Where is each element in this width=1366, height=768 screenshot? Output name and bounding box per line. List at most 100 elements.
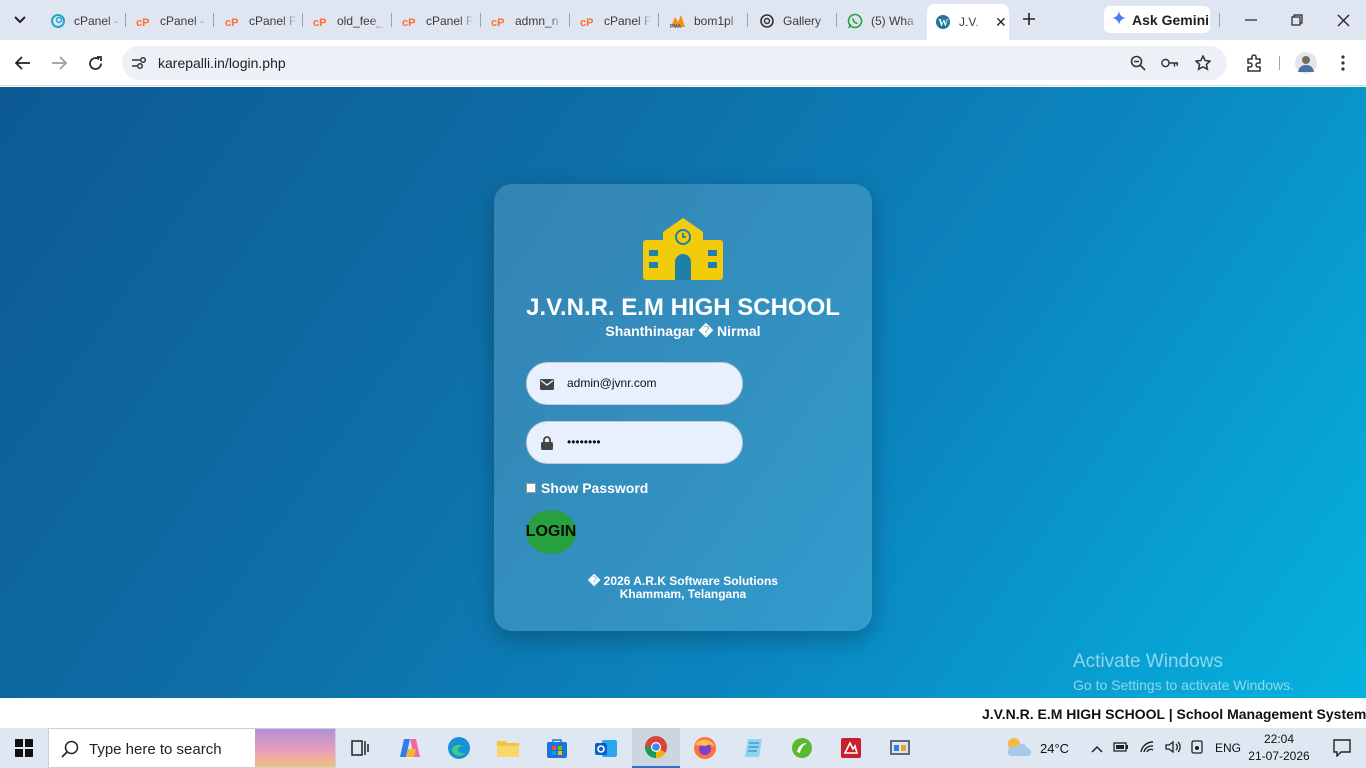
- reload-icon[interactable]: [83, 51, 107, 75]
- svg-text:cP: cP: [491, 17, 504, 27]
- wifi-icon[interactable]: [1139, 740, 1155, 757]
- tab-cpanel-1[interactable]: cPanel -: [40, 7, 124, 34]
- outlook-icon[interactable]: [582, 728, 630, 768]
- volume-icon[interactable]: [1165, 740, 1181, 757]
- login-button[interactable]: LOGIN: [526, 510, 576, 554]
- system-tray: ENG: [1091, 728, 1241, 768]
- tab-label: cPanel -: [160, 13, 205, 28]
- show-password-checkbox[interactable]: [526, 483, 536, 493]
- ask-gemini-button[interactable]: Ask Gemini: [1104, 6, 1210, 33]
- tab-old-fee[interactable]: cP old_fee_: [303, 7, 389, 34]
- device-icon[interactable]: [1191, 739, 1203, 757]
- cpanel-swirl-icon: [50, 13, 66, 29]
- email-field[interactable]: admin@jvnr.com: [526, 362, 743, 405]
- cpanel-icon: cP: [402, 13, 418, 29]
- battery-icon[interactable]: [1113, 741, 1129, 756]
- school-name: J.V.N.R. E.M HIGH SCHOOL: [526, 294, 840, 321]
- svg-text:cP: cP: [402, 17, 415, 27]
- toolbar-divider: [1279, 56, 1280, 70]
- tab-admn[interactable]: cP admn_n: [481, 7, 567, 34]
- tab-divider: [213, 13, 214, 27]
- restore-icon[interactable]: [1283, 8, 1311, 32]
- show-password-toggle[interactable]: Show Password: [526, 480, 648, 496]
- wordpress-icon: W: [935, 14, 951, 30]
- tab-cpanel-3[interactable]: cP cPanel F: [215, 7, 301, 34]
- svg-text:cP: cP: [313, 17, 326, 27]
- windows-start-icon[interactable]: [0, 728, 48, 768]
- windows-taskbar: Type here to search 24°C ENG 22:04 21-07…: [0, 728, 1366, 768]
- tab-whatsapp[interactable]: (5) Wha: [837, 7, 925, 34]
- tab-cpanel-2[interactable]: cP cPanel -: [126, 7, 212, 34]
- phpmyadmin-icon: PMA: [670, 13, 686, 29]
- url-text: karepalli.in/login.php: [158, 55, 286, 71]
- notepad-app-icon[interactable]: [730, 728, 778, 768]
- new-tab-icon[interactable]: [1018, 8, 1040, 30]
- tab-label: admn_n: [515, 13, 559, 28]
- more-menu-icon[interactable]: [1331, 51, 1355, 75]
- zoom-icon[interactable]: [1129, 54, 1147, 72]
- watermark-subtitle: Go to Settings to activate Windows.: [1073, 677, 1294, 693]
- dreamweaver-icon[interactable]: [778, 728, 826, 768]
- footer-marquee-strip: J.V.N.R. E.M HIGH SCHOOL | School Manage…: [0, 698, 1366, 728]
- temperature-text: 24°C: [1040, 740, 1070, 756]
- password-key-icon[interactable]: [1161, 54, 1179, 72]
- minimize-icon[interactable]: [1237, 8, 1265, 32]
- firefox-icon[interactable]: [681, 728, 729, 768]
- cpanel-icon: cP: [313, 13, 329, 29]
- control-panel-icon[interactable]: [876, 728, 924, 768]
- tab-label: cPanel F: [604, 13, 652, 28]
- lock-icon: [539, 435, 555, 451]
- watermark-title: Activate Windows: [1073, 651, 1223, 672]
- browser-toolbar: karepalli.in/login.php: [0, 40, 1366, 86]
- tab-search-menu-icon[interactable]: [8, 8, 32, 32]
- tab-label: cPanel F: [249, 13, 297, 28]
- site-settings-icon[interactable]: [130, 54, 148, 72]
- taskbar-search-box[interactable]: Type here to search: [48, 728, 336, 768]
- copilot-icon[interactable]: [386, 728, 434, 768]
- weather-widget[interactable]: 24°C: [1004, 728, 1069, 768]
- extensions-icon[interactable]: [1242, 51, 1266, 75]
- tab-label: old_fee_: [337, 13, 384, 28]
- school-location: Shanthinagar � Nirmal: [605, 323, 761, 339]
- cpanel-icon: cP: [225, 13, 241, 29]
- close-window-icon[interactable]: [1329, 8, 1357, 32]
- chrome-icon[interactable]: [632, 728, 680, 768]
- taskbar-clock[interactable]: 22:04 21-07-2026: [1248, 731, 1310, 765]
- svg-text:W: W: [938, 18, 948, 29]
- search-icon: [61, 740, 79, 763]
- cpanel-icon: cP: [580, 13, 596, 29]
- tab-label: cPanel F: [426, 13, 474, 28]
- tab-label: bom1pl: [694, 13, 734, 28]
- file-explorer-icon[interactable]: [484, 728, 532, 768]
- close-tab-icon[interactable]: ✕: [995, 14, 1007, 31]
- tab-divider: [747, 13, 748, 27]
- language-indicator[interactable]: ENG: [1215, 741, 1241, 755]
- bookmark-star-icon[interactable]: [1194, 54, 1212, 72]
- svg-text:cP: cP: [580, 17, 593, 27]
- tab-label: J.V.: [959, 15, 979, 29]
- whatsapp-icon: [847, 13, 863, 29]
- tab-gallery[interactable]: Gallery: [749, 7, 835, 34]
- back-icon[interactable]: [11, 51, 35, 75]
- address-bar[interactable]: karepalli.in/login.php: [122, 46, 1227, 80]
- tab-cpanel-4[interactable]: cP cPanel F: [392, 7, 478, 34]
- search-placeholder: Type here to search: [89, 741, 222, 758]
- pdf-tool-icon[interactable]: [827, 728, 875, 768]
- profile-avatar-icon[interactable]: [1294, 51, 1318, 75]
- tab-label: Gallery: [783, 13, 822, 28]
- company-location: Khammam, Telangana: [619, 587, 747, 601]
- tab-cpanel-5[interactable]: cP cPanel F: [570, 7, 656, 34]
- chevron-up-icon[interactable]: [1091, 741, 1103, 756]
- cpanel-icon: cP: [136, 13, 152, 29]
- tab-phpmyadmin[interactable]: PMA bom1pl: [660, 7, 746, 34]
- tab-label: cPanel -: [74, 13, 119, 28]
- task-view-icon[interactable]: [336, 728, 384, 768]
- microsoft-store-icon[interactable]: [533, 728, 581, 768]
- forward-icon[interactable]: [47, 51, 71, 75]
- edge-icon[interactable]: [435, 728, 483, 768]
- tab-jvnr-active[interactable]: W J.V. ✕: [927, 4, 1009, 40]
- svg-text:cP: cP: [136, 17, 149, 27]
- password-field[interactable]: ••••••••: [526, 421, 743, 464]
- login-card: J.V.N.R. E.M HIGH SCHOOL Shanthinagar � …: [494, 184, 872, 631]
- notifications-icon[interactable]: [1318, 728, 1366, 768]
